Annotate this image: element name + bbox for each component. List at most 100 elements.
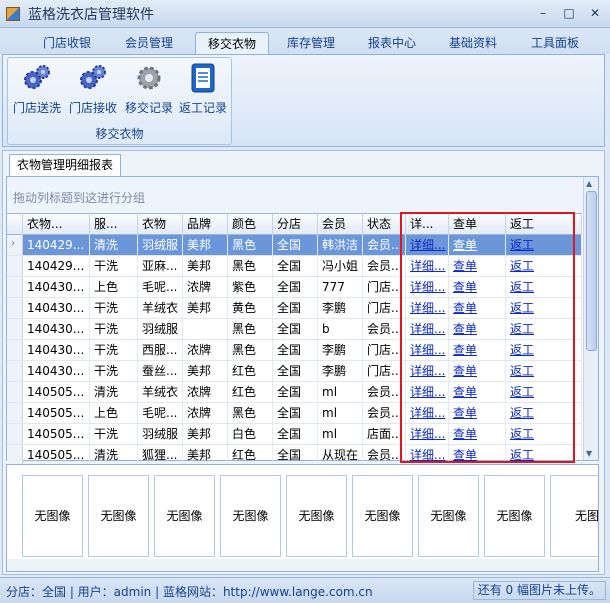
column-header[interactable]: 查单 [449,214,506,235]
rework-link[interactable]: 返工 [506,235,582,255]
column-header[interactable]: 服... [90,214,138,235]
detail-link[interactable]: 详细... [406,382,449,402]
row-indicator[interactable] [7,256,23,276]
no-image-placeholder[interactable]: 无图像 [22,475,83,557]
status-bar: 分店：全国 | 用户：admin | 蓝格网站：http://www.lange… [0,577,610,603]
tab-clothes-detail-report[interactable]: 衣物管理明细报表 [9,154,121,176]
tab-tools[interactable]: 工具面板 [520,32,590,54]
row-indicator[interactable] [7,319,23,339]
scroll-thumb[interactable] [586,191,597,351]
row-indicator[interactable] [7,424,23,444]
view-order-link[interactable]: 查单 [449,424,506,444]
no-image-placeholder[interactable]: 无图像 [352,475,413,557]
view-order-link[interactable]: 查单 [449,319,506,339]
detail-link[interactable]: 详细... [406,361,449,381]
detail-link[interactable]: 详细... [406,298,449,318]
no-image-placeholder[interactable]: 无图像 [418,475,479,557]
grid-vertical-scrollbar[interactable]: ▲ ▼ [583,177,598,460]
table-row[interactable]: 140430... 干洗 西服... 浓牌 黑色 全国 李鹏 门店... 详细... 查单 返工 [7,340,582,361]
rework-link[interactable]: 返工 [506,403,582,423]
row-indicator[interactable] [7,361,23,381]
table-row[interactable]: 140430... 干洗 蚕丝... 美邦 红色 全国 李鹏 门店... 详细... 查单 返工 [7,361,582,382]
no-image-placeholder[interactable]: 无图 [550,475,598,557]
column-header[interactable]: 品牌 [183,214,228,235]
table-row[interactable]: 140430... 干洗 羊绒衣 美邦 黄色 全国 李鹏 门店... 详细... 查单 返工 [7,298,582,319]
store-receive-button[interactable]: 门店接收 [66,61,120,119]
table-row[interactable]: 140505... 上色 毛呢... 浓牌 黑色 全国 ml 会员... 详细... 查单 返工 [7,403,582,424]
minimize-button[interactable]: – [532,4,554,22]
rework-link[interactable]: 返工 [506,382,582,402]
rework-link[interactable]: 返工 [506,277,582,297]
rework-link[interactable]: 返工 [506,298,582,318]
column-header[interactable]: 会员 [318,214,363,235]
view-order-link[interactable]: 查单 [449,298,506,318]
column-header[interactable]: 详... [406,214,449,235]
scroll-up-icon[interactable]: ▲ [586,179,596,189]
detail-link[interactable]: 详细... [406,340,449,360]
table-row[interactable]: 140429... 干洗 亚麻... 美邦 黑色 全国 冯小姐 会员... 详细... 查单 返工 [7,256,582,277]
column-header[interactable]: 分店 [273,214,318,235]
tab-member-management[interactable]: 会员管理 [114,32,184,54]
table-cell: 黑色 [228,235,273,255]
table-row[interactable]: › 140429... 清洗 羽绒服 美邦 黑色 全国 韩洪洁 会员... 详细... 查单 返工 [7,235,582,256]
view-order-link[interactable]: 查单 [449,445,506,465]
table-cell: 门店... [363,298,406,318]
table-row[interactable]: 140505... 清洗 狐狸... 美邦 红色 全国 从现在 会员... 详细... 查单 返工 [7,445,582,466]
detail-link[interactable]: 详细... [406,424,449,444]
row-indicator[interactable] [7,403,23,423]
column-header[interactable]: 状态 [363,214,406,235]
view-order-link[interactable]: 查单 [449,235,506,255]
table-row[interactable]: 140505... 清洗 羊绒衣 浓牌 红色 全国 ml 会员... 详细... 查单 返工 [7,382,582,403]
table-row[interactable]: 140430... 上色 毛呢... 浓牌 紫色 全国 777 门店... 详细... 查单 返工 [7,277,582,298]
detail-link[interactable]: 详细... [406,277,449,297]
no-image-placeholder[interactable]: 无图像 [286,475,347,557]
view-order-link[interactable]: 查单 [449,403,506,423]
rework-link[interactable]: 返工 [506,256,582,276]
table-row[interactable]: 140430... 干洗 羽绒服 黑色 全国 b 会员... 详细... 查单 返工 [7,319,582,340]
column-header[interactable]: 颜色 [228,214,273,235]
tab-reports[interactable]: 报表中心 [357,32,427,54]
rework-link[interactable]: 返工 [506,445,582,465]
rework-link[interactable]: 返工 [506,340,582,360]
table-row[interactable]: 140505... 干洗 羽绒服 美邦 白色 全国 ml 店面... 详细... 查单 返工 [7,424,582,445]
view-order-link[interactable]: 查单 [449,361,506,381]
column-header[interactable]: 衣物... [23,214,90,235]
view-order-link[interactable]: 查单 [449,256,506,276]
detail-link[interactable]: 详细... [406,319,449,339]
row-indicator[interactable] [7,340,23,360]
row-indicator[interactable] [7,445,23,465]
tab-store-cashier[interactable]: 门店收银 [32,32,102,54]
maximize-button[interactable]: □ [558,4,580,22]
table-cell: 浓牌 [183,382,228,402]
no-image-placeholder[interactable]: 无图像 [220,475,281,557]
detail-link[interactable]: 详细... [406,445,449,465]
no-image-placeholder[interactable]: 无图像 [88,475,149,557]
detail-link[interactable]: 详细... [406,256,449,276]
group-by-panel[interactable]: 拖动列标题到这进行分组 [7,177,598,213]
tab-inventory[interactable]: 库存管理 [276,32,346,54]
no-image-placeholder[interactable]: 无图像 [154,475,215,557]
rework-link[interactable]: 返工 [506,319,582,339]
tab-transfer-clothes[interactable]: 移交衣物 [195,32,269,54]
rework-records-button[interactable]: 返工记录 [176,61,230,119]
row-indicator[interactable]: › [7,235,23,255]
row-indicator[interactable] [7,277,23,297]
detail-link[interactable]: 详细... [406,235,449,255]
row-indicator[interactable] [7,382,23,402]
no-image-placeholder[interactable]: 无图像 [484,475,545,557]
view-order-link[interactable]: 查单 [449,382,506,402]
row-indicator[interactable] [7,298,23,318]
transfer-records-button[interactable]: 移交记录 [122,61,176,119]
store-send-wash-button[interactable]: 门店送洗 [10,61,64,119]
image-strip-scrollbar[interactable] [7,559,598,571]
rework-link[interactable]: 返工 [506,361,582,381]
tab-base-data[interactable]: 基础资料 [438,32,508,54]
view-order-link[interactable]: 查单 [449,340,506,360]
close-button[interactable]: ✕ [584,4,606,22]
rework-link[interactable]: 返工 [506,424,582,444]
scroll-down-icon[interactable]: ▼ [586,449,592,458]
detail-link[interactable]: 详细... [406,403,449,423]
view-order-link[interactable]: 查单 [449,277,506,297]
column-header[interactable]: 衣物 [138,214,183,235]
column-header[interactable]: 返工 [506,214,582,235]
